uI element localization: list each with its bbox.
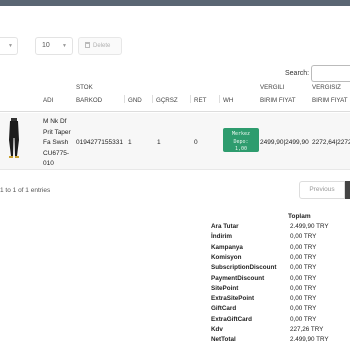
column-header-vergili-sub: BIRIM FIYAT [260,97,296,104]
trash-icon [85,42,90,48]
warehouse-name: Merkez [231,131,251,137]
product-image[interactable] [6,118,22,158]
column-header-ret[interactable]: RET [190,94,206,108]
totals-row: Ara Tutar 2.499,90 TRY [211,223,350,233]
sort-divider [190,95,191,103]
totals-label: Ara Tutar [211,223,239,230]
totals-value: 0,00 TRY [290,295,317,303]
column-header-gnd-label: GND [128,97,142,104]
totals-label: SubscriptionDiscount [211,264,277,272]
totals-label: NetTotal [211,336,236,344]
totals-value: 0,00 TRY [290,315,317,323]
totals-label: Kdv [211,326,223,333]
search-label: Search: [285,70,310,77]
column-header-adi[interactable]: ADI [43,94,53,108]
sort-divider [219,95,220,103]
totals-value: 0,00 TRY [290,264,317,272]
totals-row: PaymentDiscount 0,00 TRY [211,275,350,285]
ret-cell: 0 [194,139,198,146]
totals-value: 0,00 TRY [290,253,317,261]
gnd-cell: 1 [128,139,132,146]
totals-value: 0,00 TRY [290,274,317,282]
column-header-wh-label: WH [223,97,234,104]
gcrsz-cell: 1 [157,139,161,146]
column-header-ret-label: RET [194,97,207,104]
top-bar [0,0,350,6]
table-info: 1 to 1 of 1 entries [0,187,51,194]
totals-row: Kdv 227,26 TRY [211,326,350,336]
totals-row: GiftCard 0,00 TRY [211,305,350,315]
totals-value: 0,00 TRY [290,233,317,241]
entries-select[interactable]: 10 ▼ [35,37,73,55]
totals-row: İndirim 0,00 TRY [211,233,350,243]
column-header-gcrsz-label: GÇRSZ [156,97,178,104]
delete-label: Delete [93,43,111,49]
page-length-select[interactable]: ▼ [0,37,18,55]
totals-label: PaymentDiscount [211,274,265,282]
column-header-barkod[interactable]: BARKOD [76,94,102,108]
vergili-price-cell: 2499,90|2499,90 [260,139,309,146]
warehouse-stock-badge: Merkez Depo: 1,00 [223,128,259,152]
totals-label: ExtraGiftCard [211,315,252,323]
totals-row: Komisyon 0,00 TRY [211,254,350,264]
totals-row: ExtraSitePoint 0,00 TRY [211,295,350,305]
search-input[interactable] [311,65,350,82]
column-header-vergili[interactable]: VERGILI [260,81,284,95]
totals-value: 0,00 TRY [290,243,317,251]
entries-value: 10 [42,42,50,49]
totals-row: SitePoint 0,00 TRY [211,285,350,295]
totals-row: Kampanya 0,00 TRY [211,244,350,254]
chevron-down-icon: ▼ [8,43,13,49]
next-page-button[interactable] [345,181,350,199]
totals-value: 227,26 TRY [290,326,324,333]
column-header-vergisiz[interactable]: VERGISIZ [312,81,341,95]
warehouse-qty: 1,00 [234,146,248,152]
table-toolbar: ▼ 10 ▼ Delete [0,37,350,55]
column-header-stok[interactable]: STOK [76,81,93,95]
totals-row: NetTotal 2.499,90 TRY [211,336,350,346]
totals-title: Toplam [288,213,311,220]
barcode-cell: 0194277155331 [76,139,123,146]
totals-value: 2.499,90 TRY [290,223,329,230]
column-header-vergisiz-sub: BIRIM FIYAT [312,97,348,104]
totals-label: SitePoint [211,284,239,292]
sort-divider [152,95,153,103]
warehouse-depot: Depo: [233,138,249,145]
totals-label: Kampanya [211,243,243,251]
totals-row: ExtraGiftCard 0,00 TRY [211,316,350,326]
column-header-wh[interactable]: WH [219,94,233,108]
previous-button[interactable]: Previous [299,181,345,199]
sort-divider [124,95,125,103]
totals-label: ExtraSitePoint [211,295,255,303]
totals-label: İndirim [211,233,232,241]
column-header-gnd[interactable]: GND [124,94,142,108]
totals-label: Komisyon [211,253,242,261]
column-header-gcrsz[interactable]: GÇRSZ [152,94,178,108]
table-header-row: ADI STOK BARKOD GND GÇRSZ RET WH VERGILI… [0,82,350,112]
product-name: M Nk Df Prit Taper Fa Swsh CU6775-010 [43,118,71,167]
totals-label: GiftCard [211,305,237,313]
totals-value: 0,00 TRY [290,284,317,292]
totals-value: 0,00 TRY [290,305,317,313]
totals-row: SubscriptionDiscount 0,00 TRY [211,264,350,274]
chevron-down-icon: ▼ [62,43,67,49]
totals-value: 2.499,90 TRY [290,336,329,344]
delete-button[interactable]: Delete [78,37,122,55]
vergisiz-price-cell: 2272,64|2272,64 [312,139,350,146]
